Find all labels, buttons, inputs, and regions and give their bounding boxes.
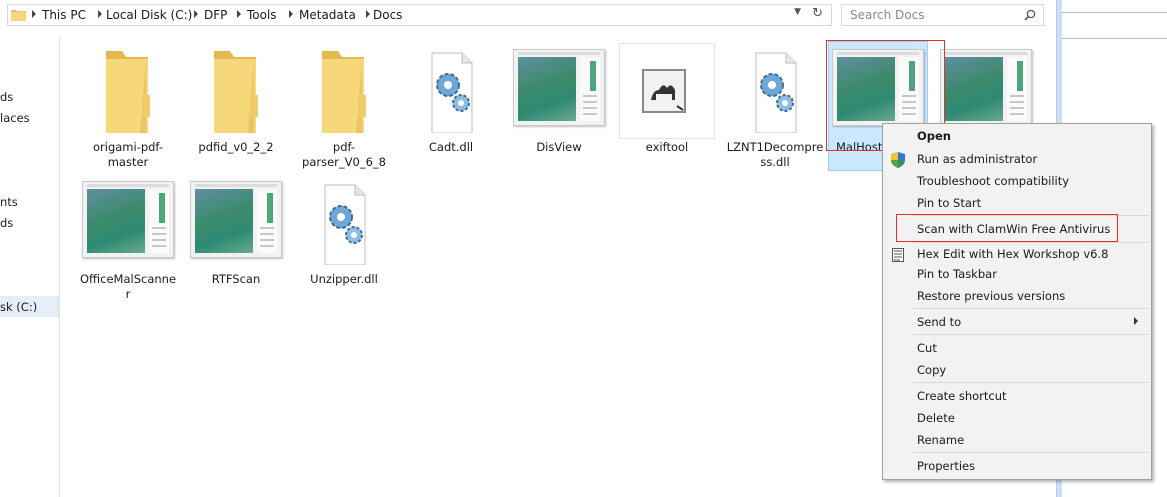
nav-item[interactable]: ds — [0, 90, 13, 104]
menu-separator — [913, 308, 1149, 309]
submenu-arrow-icon — [1134, 317, 1138, 325]
breadcrumb-metadata[interactable]: Metadata — [299, 8, 356, 22]
menu-item-delete[interactable]: Delete — [917, 411, 955, 425]
nav-item-local-disk[interactable]: sk (C:) — [0, 300, 37, 314]
menu-separator — [913, 334, 1149, 335]
menu-item-run-as-admin[interactable]: Run as administrator — [917, 152, 1037, 166]
dll-gear-icon — [725, 41, 825, 137]
search-icon[interactable] — [1024, 9, 1036, 21]
menu-item-rename[interactable]: Rename — [917, 433, 964, 447]
menu-item-pin-to-start[interactable]: Pin to Start — [917, 196, 981, 210]
chevron-right-icon[interactable] — [194, 10, 198, 18]
menu-item-troubleshoot[interactable]: Troubleshoot compatibility — [917, 174, 1069, 188]
menu-item-send-to[interactable]: Send to — [917, 315, 961, 329]
chevron-down-icon[interactable]: ▼ — [794, 7, 801, 17]
nav-item[interactable]: nts — [0, 195, 18, 209]
menu-item-open[interactable]: Open — [917, 129, 951, 143]
menu-separator — [913, 242, 1149, 243]
item-label: Cadt.dll — [428, 140, 474, 154]
chevron-right-icon[interactable] — [366, 10, 370, 18]
divider — [1062, 38, 1167, 39]
application-icon — [78, 173, 178, 269]
folder-icon — [78, 41, 178, 137]
chevron-right-icon[interactable] — [237, 10, 241, 18]
context-menu: Open Run as administrator Troubleshoot c… — [882, 123, 1152, 480]
menu-item-properties[interactable]: Properties — [917, 459, 975, 473]
chevron-right-icon[interactable] — [32, 10, 36, 18]
item-label: OfficeMalScanner — [79, 272, 177, 301]
divider — [1062, 12, 1167, 13]
chevron-right-icon[interactable] — [98, 10, 102, 18]
chevron-right-icon[interactable] — [289, 10, 293, 18]
dll-gear-icon — [294, 173, 394, 269]
menu-item-cut[interactable]: Cut — [917, 341, 937, 355]
uac-shield-icon — [891, 152, 905, 168]
application-icon — [509, 41, 609, 137]
item-label: LZNT1Decompress.dll — [726, 140, 824, 169]
folder-icon — [186, 41, 286, 137]
menu-item-restore-previous[interactable]: Restore previous versions — [917, 289, 1065, 303]
hex-workshop-icon — [892, 248, 904, 262]
item-label: exiftool — [645, 140, 689, 154]
menu-item-hex-edit[interactable]: Hex Edit with Hex Workshop v6.8 — [917, 247, 1108, 261]
item-label: DisView — [536, 140, 582, 154]
menu-separator — [913, 452, 1149, 453]
search-placeholder: Search Docs — [850, 8, 925, 22]
menu-separator — [913, 382, 1149, 383]
item-label: Unzipper.dll — [310, 272, 378, 286]
item-label: pdf-parser_V0_6_8 — [302, 140, 386, 169]
pane-divider[interactable] — [59, 36, 60, 497]
dll-gear-icon — [401, 41, 501, 137]
breadcrumb-this-pc[interactable]: This PC — [42, 8, 86, 22]
address-bar[interactable]: This PC Local Disk (C:) DFP Tools Metada… — [7, 4, 832, 26]
menu-item-copy[interactable]: Copy — [917, 363, 946, 377]
breadcrumb-docs[interactable]: Docs — [373, 8, 402, 22]
item-label: RTFScan — [211, 272, 261, 286]
menu-item-pin-to-taskbar[interactable]: Pin to Taskbar — [917, 267, 997, 281]
application-icon — [186, 173, 286, 269]
breadcrumb-local-disk[interactable]: Local Disk (C:) — [106, 8, 192, 22]
item-label: origami-pdf-master — [92, 140, 164, 169]
nav-item[interactable]: laces — [0, 111, 30, 125]
folder-icon — [11, 10, 26, 21]
item-label: pdfid_v0_2_2 — [198, 140, 274, 154]
folder-icon — [294, 41, 394, 137]
exiftool-camel-icon — [617, 41, 717, 139]
nav-item[interactable]: ds — [0, 216, 13, 230]
menu-item-create-shortcut[interactable]: Create shortcut — [917, 389, 1007, 403]
search-input[interactable]: Search Docs — [841, 4, 1044, 26]
annotation-box — [896, 214, 1118, 242]
breadcrumb-tools[interactable]: Tools — [247, 8, 277, 22]
refresh-icon[interactable]: ↻ — [812, 6, 823, 21]
breadcrumb-dfp[interactable]: DFP — [204, 8, 227, 22]
